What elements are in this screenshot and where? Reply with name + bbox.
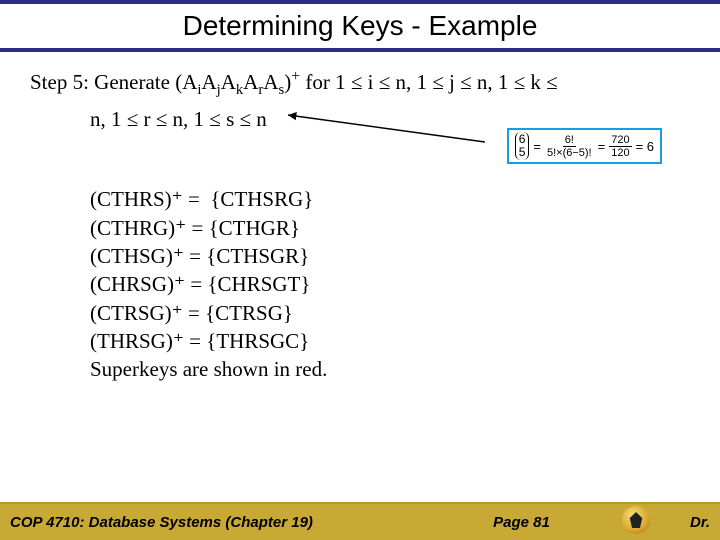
closure-line: (CTHRS)⁺ = {CTHSRG} bbox=[90, 185, 690, 213]
a5: A bbox=[263, 70, 278, 94]
binom-paren: 6 5 bbox=[515, 132, 530, 160]
closure-line: (CTHRG)⁺ = {CTHGR} bbox=[90, 214, 690, 242]
ucf-logo bbox=[622, 506, 650, 534]
footer-author: Dr. bbox=[690, 514, 710, 531]
pegasus-icon bbox=[629, 512, 643, 528]
footer-course: COP 4710: Database Systems (Chapter 19) bbox=[10, 514, 313, 531]
closure-line: (CTRSG)⁺ = {CTRSG} bbox=[90, 299, 690, 327]
f1-num: 6! bbox=[563, 134, 576, 147]
slide: Determining Keys - Example Step 5: Gener… bbox=[0, 0, 720, 540]
closure-block: (CTHRS)⁺ = {CTHSRG} (CTHRG)⁺ = {CTHGR} (… bbox=[90, 185, 690, 383]
binom-bot: 5 bbox=[519, 146, 526, 159]
a4: A bbox=[243, 70, 258, 94]
binomial-formula: 6 5 = 6! 5!×(6−5)! = 720 120 = 6 bbox=[507, 128, 662, 164]
closure-line: (THRSG)⁺ = {THRSGC} bbox=[90, 327, 690, 355]
footer-bar: COP 4710: Database Systems (Chapter 19) … bbox=[0, 502, 720, 540]
closure-line: (CTHSG)⁺ = {CTHSGR} bbox=[90, 242, 690, 270]
slide-title: Determining Keys - Example bbox=[183, 10, 538, 41]
step-prefix: Step 5: Generate (A bbox=[30, 70, 197, 94]
frac-2: 720 120 bbox=[609, 134, 631, 159]
f2-num: 720 bbox=[609, 134, 631, 147]
a2: A bbox=[201, 70, 216, 94]
step-line-1: Step 5: Generate (AiAjAkArAs)+ for 1 ≤ i… bbox=[30, 66, 690, 101]
f2-den: 120 bbox=[609, 147, 631, 159]
frac-1: 6! 5!×(6−5)! bbox=[545, 134, 594, 159]
title-bar: Determining Keys - Example bbox=[0, 0, 720, 52]
step-tail: for 1 ≤ i ≤ n, 1 ≤ j ≤ n, 1 ≤ k ≤ bbox=[300, 70, 558, 94]
closure-line: (CHRSG)⁺ = {CHRSGT} bbox=[90, 270, 690, 298]
sup-plus: + bbox=[291, 68, 300, 85]
eq2: = bbox=[598, 140, 606, 153]
f1-den: 5!×(6−5)! bbox=[545, 147, 594, 159]
content-area: Step 5: Generate (AiAjAkArAs)+ for 1 ≤ i… bbox=[0, 52, 720, 384]
closure-line: Superkeys are shown in red. bbox=[90, 355, 690, 383]
eq1: = bbox=[533, 140, 541, 153]
a3: A bbox=[221, 70, 236, 94]
eq3: = 6 bbox=[636, 140, 654, 153]
